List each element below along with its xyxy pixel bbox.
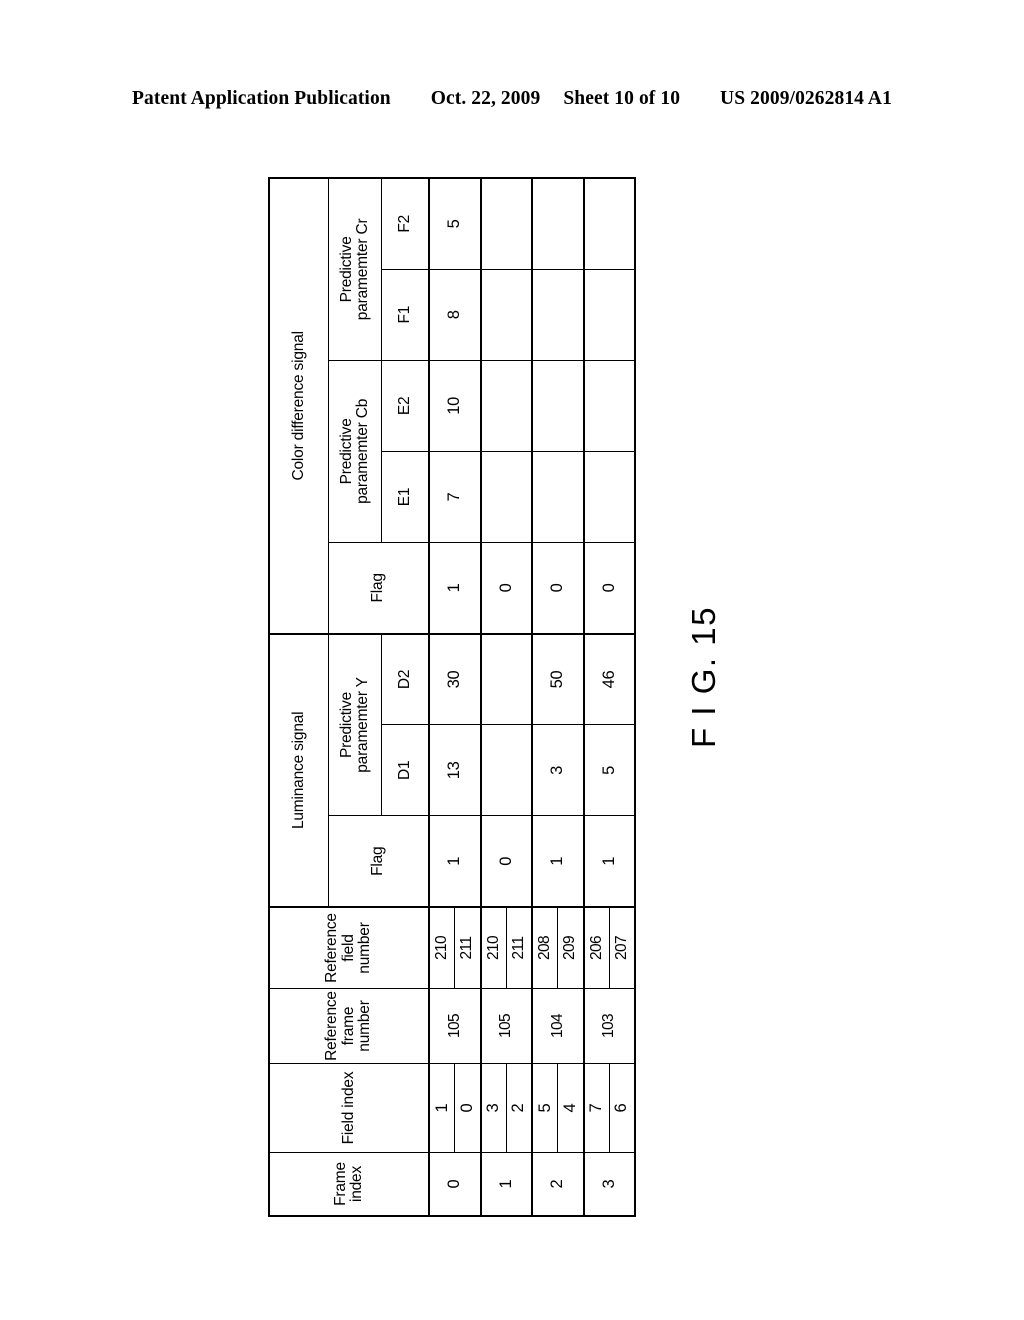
- header-predictive-parameter-cb: Predictive paramemter Cb: [328, 360, 382, 543]
- cell-luminance-flag: 1: [532, 815, 584, 907]
- rotated-table-wrapper: Frame index Field index Reference frame …: [268, 177, 636, 1217]
- cell-e1: [480, 451, 532, 543]
- cell-reference-field-number: 211: [506, 907, 532, 989]
- cell-reference-field-number: 209: [557, 907, 584, 989]
- header-luminance-signal: Luminance signal: [269, 633, 329, 907]
- cell-d1: 13: [429, 724, 481, 816]
- cell-frame-index: 0: [429, 1152, 481, 1216]
- header-frame-index: Frame index: [269, 1152, 429, 1216]
- cell-field-index: 7: [583, 1063, 610, 1153]
- header-e2: E2: [381, 360, 429, 452]
- cell-e2: 10: [429, 360, 481, 452]
- cell-reference-field-number: 207: [609, 907, 635, 989]
- cell-frame-index: 3: [583, 1152, 635, 1216]
- cell-reference-frame-number: 105: [429, 988, 481, 1064]
- cell-color-flag: 0: [583, 542, 635, 634]
- header-f1: F1: [381, 269, 429, 361]
- cell-e2: [583, 360, 635, 452]
- table-row: 3 7 103 206 1 5 46 0: [583, 178, 635, 1216]
- cell-color-flag: 0: [532, 542, 584, 634]
- figure-label: F I G. 15: [685, 606, 722, 748]
- header-color-flag: Flag: [328, 542, 429, 634]
- header-reference-frame-number: Reference frame number: [269, 988, 429, 1064]
- header-e1: E1: [381, 451, 429, 543]
- cell-f2: [583, 178, 635, 270]
- cell-e1: 7: [429, 451, 481, 543]
- cell-reference-frame-number: 105: [480, 988, 532, 1064]
- table-row: 1 3 105 210 0 0: [480, 178, 532, 1216]
- cell-luminance-flag: 0: [480, 815, 532, 907]
- cell-luminance-flag: 1: [429, 815, 481, 907]
- cell-luminance-flag: 1: [583, 815, 635, 907]
- header-predictive-parameter-cr: Predictive paramemter Cr: [328, 178, 382, 361]
- header-predictive-parameter-y: Predictive paramemter Y: [328, 633, 382, 816]
- cell-color-flag: 1: [429, 542, 481, 634]
- cell-reference-field-number: 208: [532, 907, 558, 989]
- cell-f1: [583, 269, 635, 361]
- header-field-index: Field index: [269, 1063, 429, 1153]
- cell-d2: 46: [583, 633, 635, 725]
- cell-f2: 5: [429, 178, 481, 270]
- header-luminance-flag: Flag: [328, 815, 429, 907]
- cell-field-index: 4: [557, 1063, 584, 1153]
- cell-reference-field-number: 211: [454, 907, 481, 989]
- cell-frame-index: 2: [532, 1152, 584, 1216]
- cell-field-index: 5: [532, 1063, 558, 1153]
- cell-d2: 50: [532, 633, 584, 725]
- table-row: 2 5 104 208 1 3 50 0: [532, 178, 584, 1216]
- header-reference-field-number: Reference field number: [269, 907, 429, 989]
- cell-d2: [480, 633, 532, 725]
- cell-field-index: 3: [480, 1063, 507, 1153]
- figure-stage: Frame index Field index Reference frame …: [0, 0, 1024, 1320]
- cell-f2: [532, 178, 584, 270]
- cell-field-index: 2: [506, 1063, 532, 1153]
- cell-f1: [532, 269, 584, 361]
- table-row: 0 1 105 210 1 13 30 1 7 10 8 5: [429, 178, 481, 1216]
- cell-reference-frame-number: 104: [532, 988, 584, 1064]
- cell-reference-field-number: 210: [429, 907, 455, 989]
- cell-frame-index: 1: [480, 1152, 532, 1216]
- cell-e1: [583, 451, 635, 543]
- header-d1: D1: [381, 724, 429, 816]
- cell-field-index: 1: [429, 1063, 455, 1153]
- cell-field-index: 6: [609, 1063, 635, 1153]
- parameter-table: Frame index Field index Reference frame …: [268, 177, 636, 1217]
- header-color-difference-signal: Color difference signal: [269, 178, 329, 634]
- cell-d2: 30: [429, 633, 481, 725]
- cell-f1: [480, 269, 532, 361]
- cell-reference-field-number: 206: [583, 907, 610, 989]
- cell-d1: 3: [532, 724, 584, 816]
- cell-e2: [532, 360, 584, 452]
- cell-d1: [480, 724, 532, 816]
- cell-field-index: 0: [454, 1063, 481, 1153]
- cell-e2: [480, 360, 532, 452]
- cell-e1: [532, 451, 584, 543]
- cell-reference-frame-number: 103: [583, 988, 635, 1064]
- cell-f2: [480, 178, 532, 270]
- header-f2: F2: [381, 178, 429, 270]
- cell-d1: 5: [583, 724, 635, 816]
- cell-color-flag: 0: [480, 542, 532, 634]
- header-d2: D2: [381, 633, 429, 725]
- cell-reference-field-number: 210: [480, 907, 507, 989]
- table-header-row-groups: Frame index Field index Reference frame …: [269, 178, 429, 1216]
- cell-f1: 8: [429, 269, 481, 361]
